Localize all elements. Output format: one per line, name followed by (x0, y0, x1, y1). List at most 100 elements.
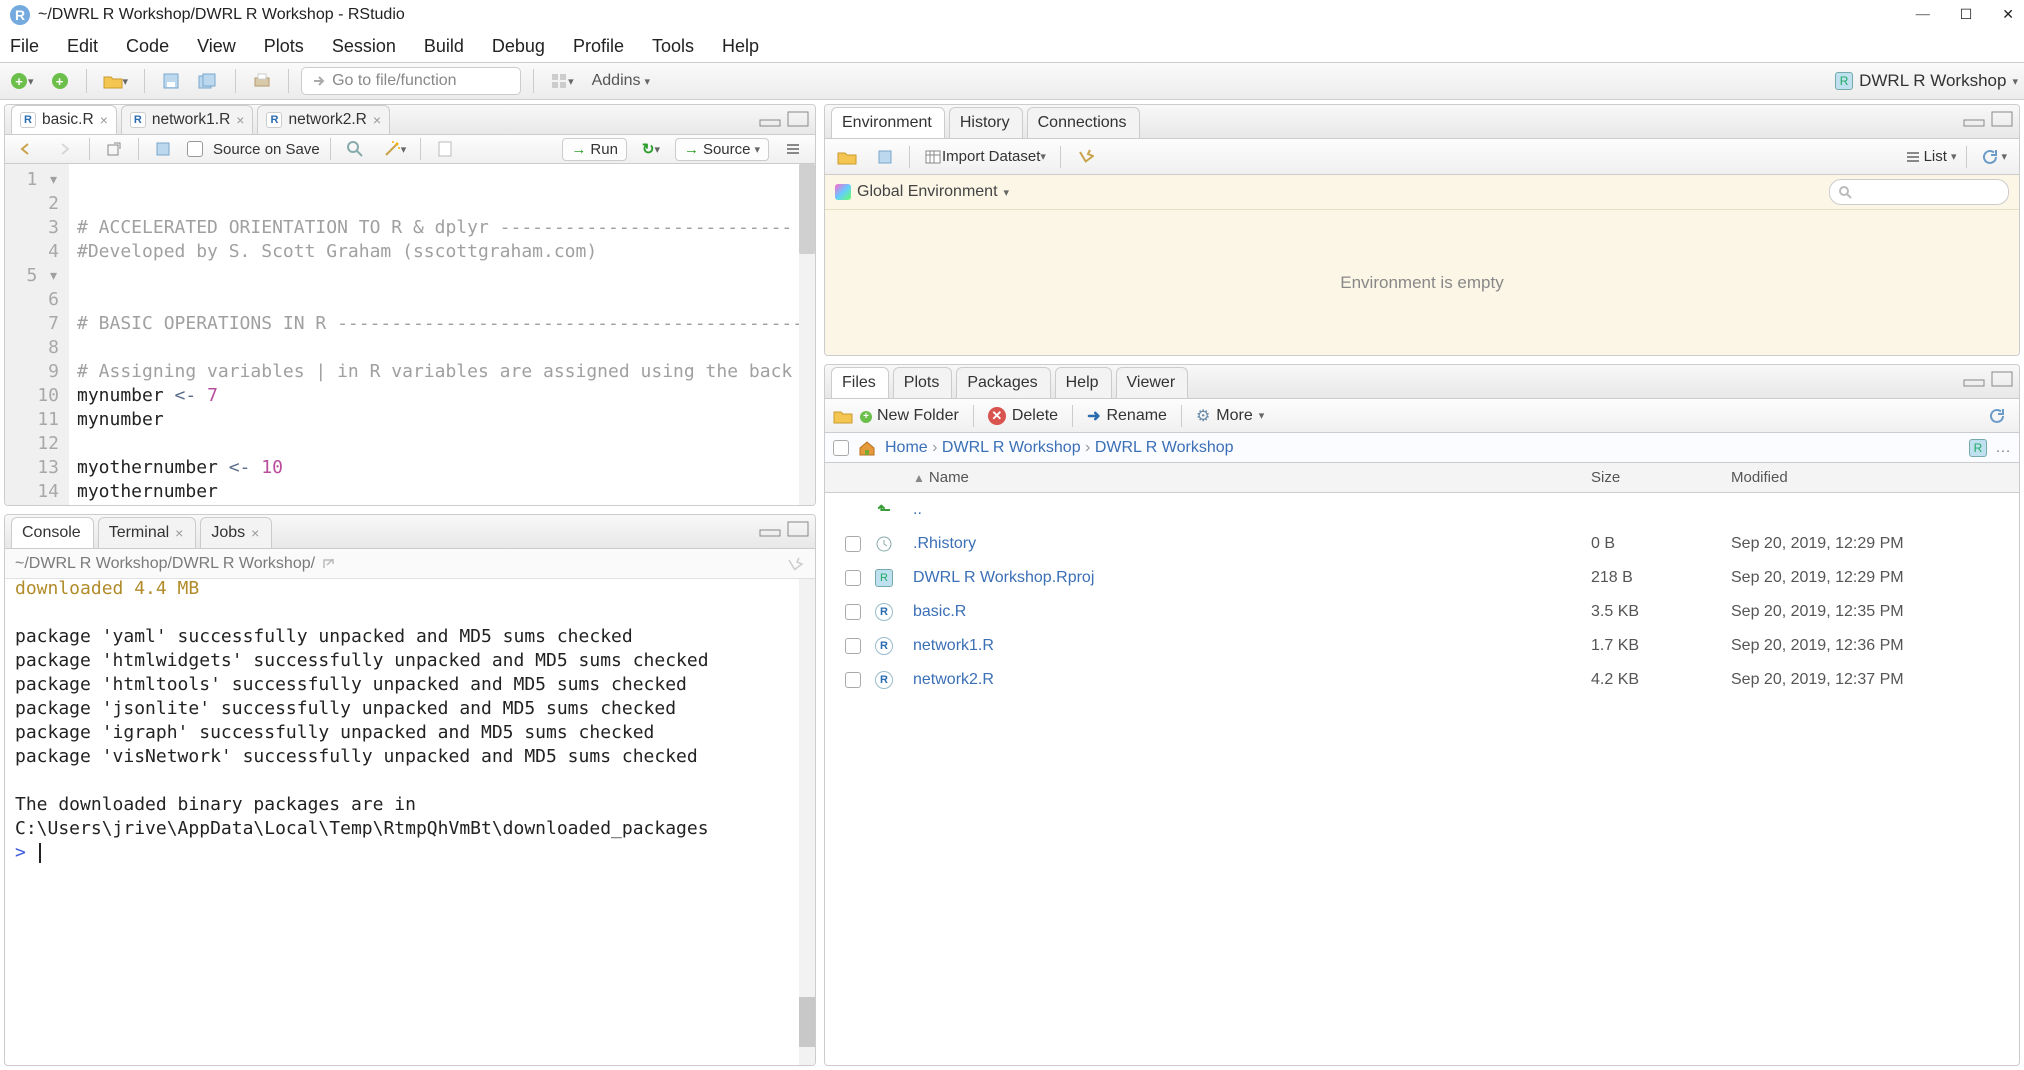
console-popout-icon[interactable] (321, 557, 335, 571)
env-scope-selector[interactable]: Global Environment (857, 183, 998, 201)
minimize-pane-icon[interactable] (759, 521, 781, 537)
file-name[interactable]: basic.R (913, 603, 1591, 621)
find-button[interactable] (341, 135, 369, 163)
refresh-env-button[interactable]: ▾ (1977, 143, 2011, 171)
new-file-button[interactable]: +▾ (6, 67, 38, 95)
more-path-icon[interactable]: … (1995, 439, 2011, 457)
minimize-pane-icon[interactable] (1963, 111, 1985, 127)
rename-button[interactable]: ➜ Rename (1087, 406, 1167, 426)
env-search[interactable] (1829, 179, 2009, 205)
menu-session[interactable]: Session (332, 36, 396, 57)
addins-menu[interactable]: Addins ▾ (586, 72, 656, 90)
file-name[interactable]: network2.R (913, 671, 1591, 689)
files-tab-files[interactable]: Files (831, 367, 889, 398)
save-source-button[interactable] (149, 135, 177, 163)
file-row[interactable]: .Rhistory0 BSep 20, 2019, 12:29 PM (825, 527, 2019, 561)
file-row[interactable]: Rnetwork2.R4.2 KBSep 20, 2019, 12:37 PM (825, 663, 2019, 697)
env-tab-environment[interactable]: Environment (831, 107, 945, 138)
minimize-pane-icon[interactable] (1963, 371, 1985, 387)
breadcrumb-link[interactable]: DWRL R Workshop (1095, 439, 1234, 456)
env-tab-history[interactable]: History (949, 107, 1023, 138)
menu-build[interactable]: Build (424, 36, 464, 57)
close-tab-icon[interactable]: × (175, 525, 183, 541)
save-button[interactable] (157, 67, 185, 95)
nav-forward-button[interactable] (51, 135, 79, 163)
refresh-files-button[interactable] (1983, 402, 2011, 430)
file-checkbox[interactable] (845, 672, 861, 688)
nav-back-button[interactable] (13, 135, 41, 163)
menu-help[interactable]: Help (722, 36, 759, 57)
open-file-button[interactable]: ▾ (99, 67, 133, 95)
outline-button[interactable] (779, 135, 807, 163)
import-dataset-button[interactable]: Import Dataset ▾ (920, 143, 1050, 171)
menu-edit[interactable]: Edit (67, 36, 98, 57)
maximize-pane-icon[interactable] (787, 521, 809, 537)
save-env-button[interactable] (871, 143, 899, 171)
project-selector[interactable]: R DWRL R Workshop ▾ (1835, 71, 2018, 91)
source-button[interactable]: →Source ▾ (675, 138, 769, 161)
delete-button[interactable]: ✕ Delete (988, 407, 1058, 425)
console-tab-console[interactable]: Console (11, 517, 94, 548)
wand-button[interactable]: ▾ (379, 135, 411, 163)
files-tab-help[interactable]: Help (1055, 367, 1112, 398)
col-modified[interactable]: Modified (1731, 469, 2011, 486)
file-tab[interactable]: Rnetwork1.R× (121, 105, 254, 134)
save-all-button[interactable] (193, 67, 223, 95)
file-name[interactable]: .Rhistory (913, 535, 1591, 553)
file-checkbox[interactable] (845, 536, 861, 552)
console-tab-jobs[interactable]: Jobs× (200, 517, 272, 548)
console-output[interactable]: downloaded 4.4 MB package 'yaml' success… (5, 579, 815, 1065)
col-name[interactable]: ▲Name (913, 469, 1591, 486)
grid-view-button[interactable]: ▾ (546, 67, 578, 95)
menu-view[interactable]: View (197, 36, 236, 57)
menu-file[interactable]: File (10, 36, 39, 57)
file-tab[interactable]: Rbasic.R× (11, 105, 117, 134)
popout-button[interactable] (100, 135, 128, 163)
new-folder-button[interactable]: + New Folder (833, 407, 959, 425)
file-row-up[interactable]: ⬑.. (825, 493, 2019, 527)
select-all-checkbox[interactable] (833, 440, 849, 456)
compile-report-button[interactable] (431, 135, 459, 163)
menu-profile[interactable]: Profile (573, 36, 624, 57)
breadcrumb-links[interactable]: Home › DWRL R Workshop › DWRL R Workshop (885, 439, 1234, 457)
editor-vscroll[interactable]: ▲ ▼ (799, 164, 815, 506)
file-checkbox[interactable] (845, 638, 861, 654)
menu-code[interactable]: Code (126, 36, 169, 57)
minimize-pane-icon[interactable] (759, 111, 781, 127)
breadcrumb-link[interactable]: Home (885, 439, 928, 456)
rerun-button[interactable]: ↻▾ (637, 135, 665, 163)
goto-file-function[interactable]: Go to file/function (301, 67, 521, 95)
maximize-button[interactable]: ☐ (1960, 7, 1973, 24)
files-tab-viewer[interactable]: Viewer (1116, 367, 1189, 398)
print-button[interactable] (248, 67, 276, 95)
editor-code[interactable]: # ACCELERATED ORIENTATION TO R & dplyr -… (69, 164, 815, 506)
console-scrollbar[interactable] (799, 579, 815, 1065)
maximize-pane-icon[interactable] (1991, 111, 2013, 127)
new-project-button[interactable]: + (46, 67, 74, 95)
close-button[interactable]: ✕ (2002, 7, 2014, 24)
project-badge-icon[interactable]: R (1969, 439, 1987, 457)
maximize-pane-icon[interactable] (787, 111, 809, 127)
source-on-save-checkbox[interactable] (187, 141, 203, 157)
file-checkbox[interactable] (845, 604, 861, 620)
files-tab-packages[interactable]: Packages (956, 367, 1050, 398)
file-row[interactable]: RDWRL R Workshop.Rproj218 BSep 20, 2019,… (825, 561, 2019, 595)
menu-tools[interactable]: Tools (652, 36, 694, 57)
menu-debug[interactable]: Debug (492, 36, 545, 57)
file-name[interactable]: network1.R (913, 637, 1591, 655)
env-view-mode[interactable]: List ▾ (1906, 148, 1957, 165)
minimize-button[interactable]: — (1916, 7, 1930, 24)
file-name[interactable]: DWRL R Workshop.Rproj (913, 569, 1591, 587)
close-tab-icon[interactable]: × (373, 112, 381, 128)
menu-plots[interactable]: Plots (264, 36, 304, 57)
breadcrumb-link[interactable]: DWRL R Workshop (942, 439, 1081, 456)
close-tab-icon[interactable]: × (251, 525, 259, 541)
files-tab-plots[interactable]: Plots (893, 367, 953, 398)
home-icon[interactable] (857, 439, 877, 457)
run-button[interactable]: →Run (562, 138, 627, 161)
col-size[interactable]: Size (1591, 469, 1731, 486)
clear-console-icon[interactable] (785, 556, 805, 572)
console-tab-terminal[interactable]: Terminal× (98, 517, 197, 548)
close-tab-icon[interactable]: × (100, 112, 108, 128)
file-tab[interactable]: Rnetwork2.R× (257, 105, 390, 134)
